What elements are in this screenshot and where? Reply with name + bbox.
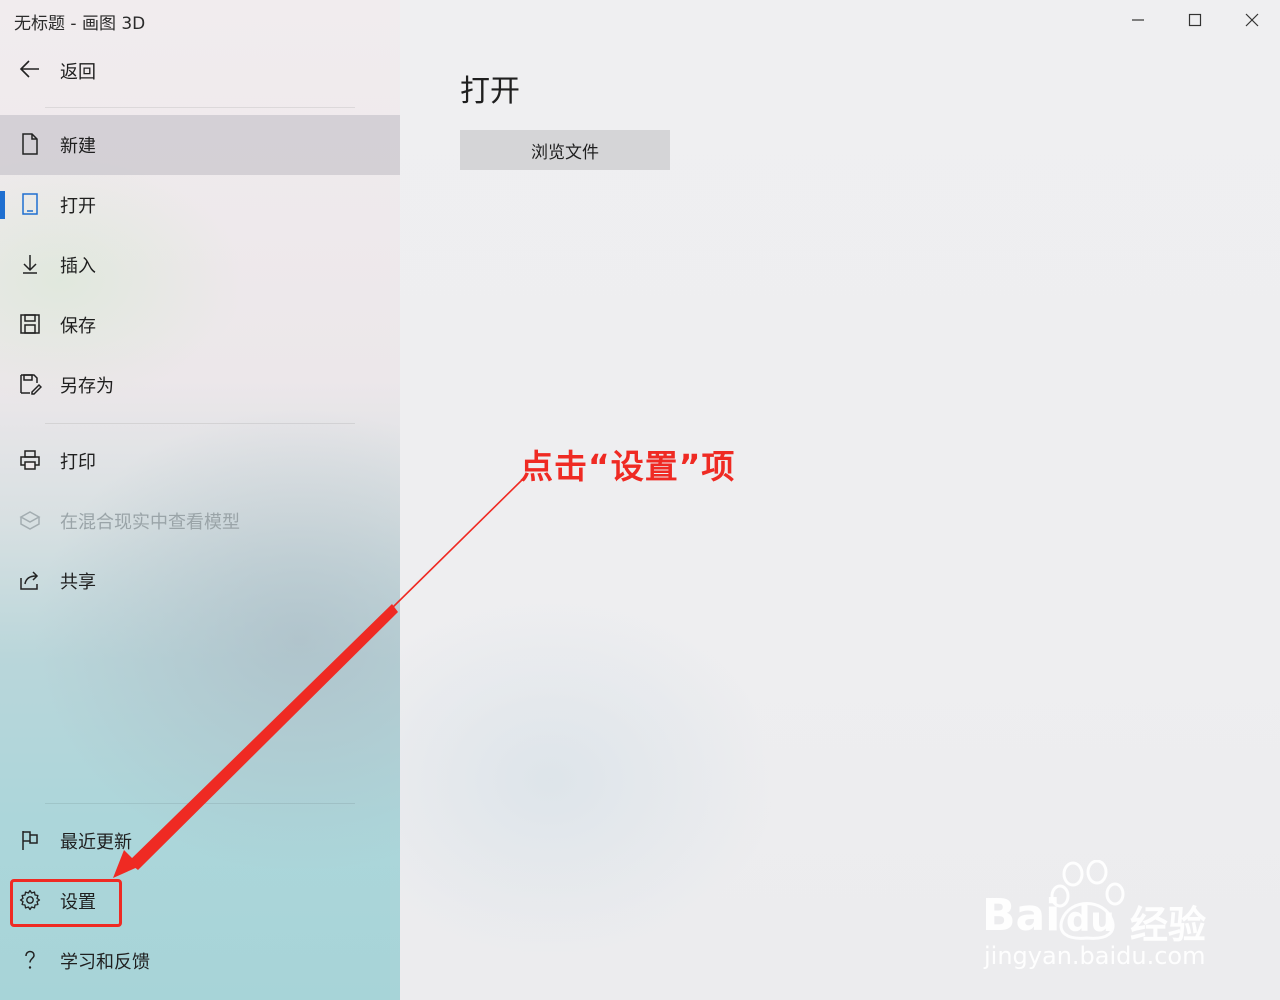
close-button[interactable] xyxy=(1223,0,1280,40)
window-title: 无标题 - 画图 3D xyxy=(14,14,146,34)
back-label: 返回 xyxy=(60,62,96,83)
divider xyxy=(45,107,355,108)
watermark-brand-part-1: Bai xyxy=(982,890,1061,941)
mixed-reality-icon xyxy=(19,511,41,530)
baidu-watermark: Bai du 经验 jingyan.baidu.com xyxy=(980,860,1260,980)
open-file-icon xyxy=(22,193,38,215)
insert-arrow-icon xyxy=(23,255,37,274)
sidebar-item-new[interactable]: 新建 xyxy=(0,115,400,175)
page-title: 打开 xyxy=(460,74,520,109)
sidebar-item-help[interactable]: 学习和反馈 xyxy=(0,931,400,991)
divider xyxy=(45,423,355,424)
browse-files-button[interactable]: 浏览文件 xyxy=(460,130,670,170)
flag-icon xyxy=(22,831,38,850)
sidebar-item-label: 最近更新 xyxy=(60,832,132,853)
sidebar-item-label: 共享 xyxy=(60,572,96,593)
sidebar-item-share[interactable]: 共享 xyxy=(0,551,400,611)
sidebar-item-label: 学习和反馈 xyxy=(60,952,150,973)
sidebar-item-insert[interactable]: 插入 xyxy=(0,235,400,295)
print-icon xyxy=(20,450,40,470)
watermark-brand-cn: 经验 xyxy=(1130,903,1207,947)
sidebar-item-whats-new[interactable]: 最近更新 xyxy=(0,811,400,871)
watermark-url: jingyan.baidu.com xyxy=(984,942,1206,970)
annotation-text: 点击“设置”项 xyxy=(520,447,736,486)
maximize-icon xyxy=(1188,13,1201,27)
share-icon xyxy=(20,571,39,590)
close-icon xyxy=(1245,13,1258,27)
help-icon xyxy=(25,950,35,969)
sidebar-item-label: 保存 xyxy=(60,316,96,337)
sidebar-item-label: 打开 xyxy=(60,196,96,217)
watermark-brand-part-2: du xyxy=(1066,900,1115,940)
new-file-icon xyxy=(22,133,38,155)
back-button[interactable]: 返回 xyxy=(0,44,400,94)
sidebar-item-save-as[interactable]: 另存为 xyxy=(0,355,400,415)
maximize-button[interactable] xyxy=(1166,0,1223,40)
sidebar-item-label: 插入 xyxy=(60,256,96,277)
save-as-icon xyxy=(20,374,42,395)
window-controls xyxy=(1109,0,1280,40)
sidebar-item-open[interactable]: 打开 xyxy=(0,175,400,235)
sidebar-item-label: 在混合现实中查看模型 xyxy=(60,512,240,533)
minimize-icon xyxy=(1131,19,1144,21)
sidebar-item-label: 另存为 xyxy=(60,376,114,397)
save-icon xyxy=(20,314,40,334)
sidebar-item-print[interactable]: 打印 xyxy=(0,431,400,491)
sidebar-item-label: 新建 xyxy=(60,136,96,157)
active-indicator xyxy=(0,191,5,219)
sidebar-item-mixed-reality: 在混合现实中查看模型 xyxy=(0,491,400,551)
divider xyxy=(45,803,355,804)
minimize-button[interactable] xyxy=(1109,0,1166,40)
annotation-highlight-box xyxy=(10,879,122,927)
sidebar-item-label: 打印 xyxy=(60,452,96,473)
back-arrow-icon xyxy=(19,60,39,78)
sidebar-item-save[interactable]: 保存 xyxy=(0,295,400,355)
